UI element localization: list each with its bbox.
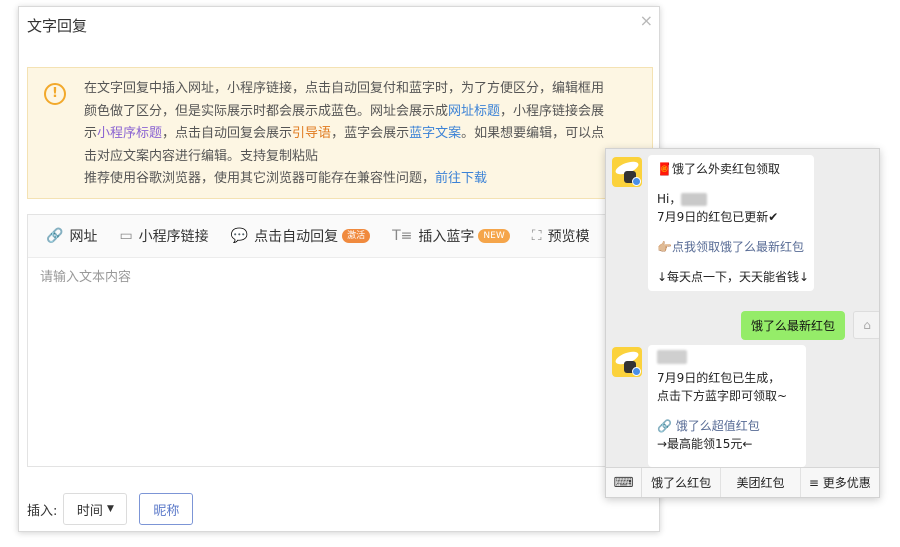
phone-preview: 🧧饿了么外卖红包领取 Hi， 7月9日的红包已更新✔ 👉🏼点我领取饿了么最新红包… bbox=[605, 148, 880, 498]
url-title-link: 网址标题 bbox=[448, 103, 501, 119]
comment-icon: 💬 bbox=[230, 228, 249, 244]
insert-autoreply-button[interactable]: 💬 点击自动回复 激活 bbox=[230, 226, 371, 246]
menu-item-more[interactable]: ≡ 更多优惠 bbox=[801, 468, 879, 497]
bot-avatar bbox=[612, 157, 642, 187]
bot-avatar-2 bbox=[612, 347, 642, 377]
text-reply-dialog: 文字回复 × ! 在文字回复中插入网址，小程序链接，点击自动回复付和蓝字时，为了… bbox=[18, 6, 660, 532]
text-editor: 🔗 网址 ▭ 小程序链接 💬 点击自动回复 激活 T≡ 插入蓝字 NEW ⛶ 预览模 请输入文… bbox=[27, 214, 653, 467]
insert-label: 插入: bbox=[27, 503, 58, 519]
expand-icon: ⛶ bbox=[531, 228, 542, 244]
text-icon: T≡ bbox=[392, 228, 413, 244]
msg1-daily: ↓每天点一下，天天能省钱↓ bbox=[657, 270, 810, 284]
dialog-title: 文字回复 bbox=[27, 17, 88, 35]
nickname-button[interactable]: 昵称 bbox=[139, 493, 194, 525]
insert-bluetext-button[interactable]: T≡ 插入蓝字 NEW bbox=[392, 226, 510, 246]
notice-line-5: 推荐使用谷歌浏览器，使用其它浏览器可能存在兼容性问题，前往下载 bbox=[84, 171, 488, 186]
time-select[interactable]: 时间 ▼ bbox=[63, 493, 128, 525]
keyboard-icon[interactable]: ⌨ bbox=[606, 468, 642, 497]
msg1-hi: Hi， bbox=[657, 192, 682, 206]
insert-url-button[interactable]: 🔗 网址 bbox=[46, 226, 97, 246]
editor-input[interactable]: 请输入文本内容 bbox=[28, 258, 652, 293]
user-message: 饿了么最新红包 bbox=[741, 311, 846, 340]
exclamation-circle-icon: ! bbox=[44, 83, 66, 105]
msg2-link[interactable]: 🔗 饿了么超值红包 bbox=[657, 417, 797, 435]
blurred-name bbox=[657, 350, 687, 364]
close-icon[interactable]: × bbox=[640, 11, 653, 30]
bot-message-1: 🧧饿了么外卖红包领取 Hi， 7月9日的红包已更新✔ 👉🏼点我领取饿了么最新红包… bbox=[648, 155, 814, 291]
miniapp-title-link: 小程序标题 bbox=[97, 126, 163, 141]
card-icon: ▭ bbox=[119, 228, 133, 244]
msg1-title: 饿了么外卖红包领取 bbox=[671, 162, 780, 176]
notice-line-3: 示小程序标题，点击自动回复会展示引导语，蓝字会展示蓝字文案。如果想要编辑，可以点 bbox=[84, 126, 605, 141]
wechat-menu-bar: ⌨ 饿了么红包 美团红包 ≡ 更多优惠 bbox=[606, 467, 879, 497]
menu-item-meituan[interactable]: 美团红包 bbox=[721, 468, 801, 497]
insert-row: 插入: 时间 ▼ 昵称 bbox=[27, 493, 194, 525]
link-icon: 🔗 bbox=[657, 419, 672, 433]
blurred-nickname bbox=[681, 193, 708, 206]
blue-text-link: 蓝字文案 bbox=[409, 126, 462, 141]
menu-item-eleme[interactable]: 饿了么红包 bbox=[642, 468, 722, 497]
insert-miniapp-button[interactable]: ▭ 小程序链接 bbox=[119, 226, 208, 246]
msg1-updated: 7月9日的红包已更新✔ bbox=[657, 210, 779, 224]
redpacket-icon: 🧧 bbox=[657, 162, 672, 176]
msg2-tip: 点击下方蓝字即可领取~ bbox=[657, 389, 788, 403]
msg2-generated: 7月9日的红包已生成， bbox=[657, 371, 781, 385]
preview-button[interactable]: ⛶ 预览模 bbox=[532, 226, 590, 246]
user-avatar: ⌂ bbox=[853, 311, 879, 339]
notice-line-4: 击对应文案内容进行编辑。支持复制粘贴 bbox=[84, 148, 319, 164]
msg2-max: →最高能领15元← bbox=[657, 437, 753, 451]
bot-message-2: 7月9日的红包已生成， 点击下方蓝字即可领取~ 🔗 饿了么超值红包 →最高能领1… bbox=[648, 345, 806, 467]
new-badge: NEW bbox=[478, 229, 510, 243]
notice-line-1: 在文字回复中插入网址，小程序链接，点击自动回复付和蓝字时，为了方便区分，编辑框用 bbox=[84, 81, 605, 96]
msg1-link[interactable]: 👉🏼点我领取饿了么最新红包 bbox=[657, 238, 805, 256]
link-icon: 🔗 bbox=[46, 228, 64, 244]
notice-line-2: 颜色做了区分，但是实际展示时都会展示成蓝色。网址会展示成网址标题，小程序链接会展 bbox=[84, 103, 605, 119]
notice-box: ! 在文字回复中插入网址，小程序链接，点击自动回复付和蓝字时，为了方便区分，编辑… bbox=[27, 67, 653, 199]
activate-badge: 激活 bbox=[342, 229, 371, 243]
caret-down-icon: ▼ bbox=[106, 504, 114, 514]
guide-text-link: 引导语 bbox=[292, 126, 332, 141]
editor-toolbar: 🔗 网址 ▭ 小程序链接 💬 点击自动回复 激活 T≡ 插入蓝字 NEW ⛶ 预览模 bbox=[28, 215, 652, 258]
download-link[interactable]: 前往下载 bbox=[435, 171, 487, 186]
